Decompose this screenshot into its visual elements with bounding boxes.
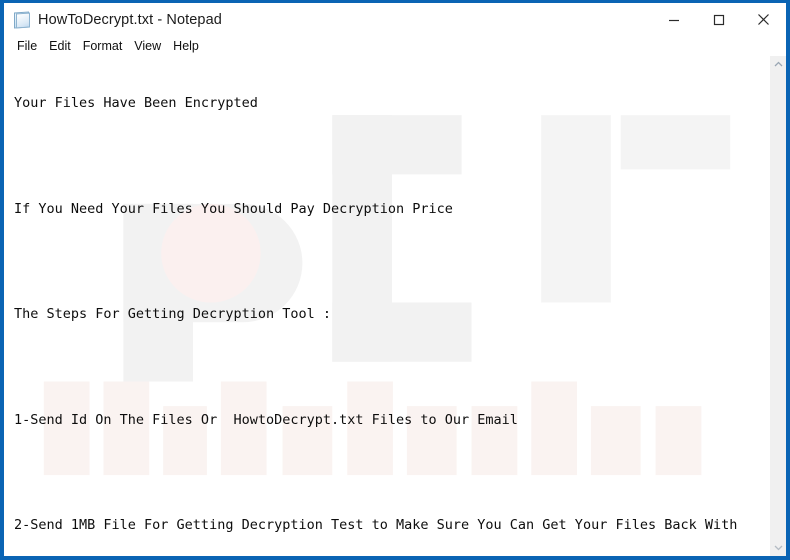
maximize-button[interactable]: [696, 3, 741, 36]
text-line: 1-Send Id On The Files Or HowtoDecrypt.t…: [14, 411, 518, 428]
menu-item-edit[interactable]: Edit: [43, 38, 77, 55]
minimize-button[interactable]: [651, 3, 696, 36]
text-line: [14, 148, 769, 166]
notepad-document-icon: [13, 11, 30, 29]
chevron-down-icon: [774, 545, 783, 551]
menu-item-format[interactable]: Format: [77, 38, 129, 55]
maximize-icon: [713, 14, 724, 25]
menu-bar: File Edit Format View Help: [4, 36, 786, 56]
text-line: Your Files Have Been Encrypted: [14, 95, 258, 112]
window-title: HowToDecrypt.txt - Notepad: [38, 11, 222, 28]
close-icon: [758, 14, 769, 25]
menu-item-view[interactable]: View: [128, 38, 167, 55]
window-controls: [651, 3, 786, 36]
minimize-icon: [668, 19, 679, 21]
ransom-note-text: Your Files Have Been Encrypted If You Ne…: [4, 56, 769, 556]
text-editor-area[interactable]: Your Files Have Been Encrypted If You Ne…: [4, 56, 769, 556]
vertical-scrollbar[interactable]: [769, 56, 786, 556]
text-line: If You Need Your Files You Should Pay De…: [14, 200, 453, 217]
menu-item-help[interactable]: Help: [167, 38, 205, 55]
title-bar[interactable]: HowToDecrypt.txt - Notepad: [4, 3, 786, 36]
scroll-down-button[interactable]: [770, 539, 786, 556]
text-line: 2-Send 1MB File For Getting Decryption T…: [14, 517, 738, 534]
text-line: [14, 465, 769, 483]
menu-item-file[interactable]: File: [11, 38, 43, 55]
notepad-window: HowToDecrypt.txt - Notepad File Edit For…: [0, 0, 790, 560]
text-line: [14, 254, 769, 272]
chevron-up-icon: [774, 61, 783, 67]
text-line: The Steps For Getting Decryption Tool :: [14, 306, 331, 323]
scroll-up-button[interactable]: [770, 56, 786, 73]
close-button[interactable]: [741, 3, 786, 36]
text-line: [14, 359, 769, 377]
